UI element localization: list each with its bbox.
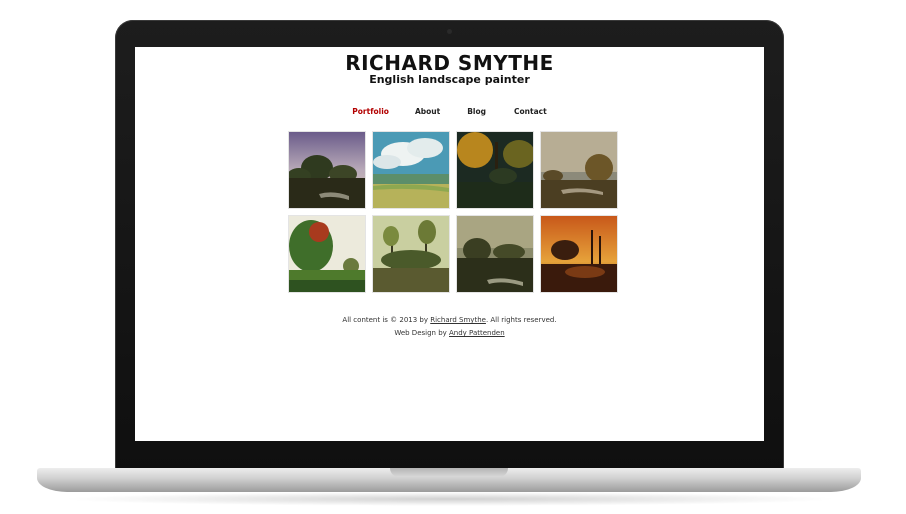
landscape-painting-thumbnail — [457, 132, 533, 208]
nav-item-contact[interactable]: Contact — [514, 107, 547, 116]
main-nav: Portfolio About Blog Contact — [135, 107, 764, 116]
nav-item-portfolio[interactable]: Portfolio — [352, 107, 389, 116]
painting-thumbnail[interactable] — [288, 215, 366, 293]
site-footer: All content is © 2013 by Richard Smythe.… — [135, 314, 764, 340]
laptop-opening-notch — [390, 468, 508, 477]
painting-thumbnail[interactable] — [372, 131, 450, 209]
landscape-painting-thumbnail — [289, 132, 365, 208]
painting-thumbnail[interactable] — [288, 131, 366, 209]
painting-thumbnail[interactable] — [540, 215, 618, 293]
landscape-painting-thumbnail — [373, 132, 449, 208]
laptop-base — [37, 468, 861, 492]
landscape-painting-thumbnail — [457, 216, 533, 292]
browser-viewport: RICHARD SMYTHE English landscape painter… — [135, 47, 764, 441]
painting-thumbnail[interactable] — [456, 131, 534, 209]
nav-item-blog[interactable]: Blog — [467, 107, 486, 116]
copyright-line: All content is © 2013 by Richard Smythe.… — [135, 314, 764, 327]
painting-thumbnail[interactable] — [456, 215, 534, 293]
landscape-painting-thumbnail — [373, 216, 449, 292]
painting-thumbnail[interactable] — [372, 215, 450, 293]
portfolio-gallery — [288, 131, 618, 293]
webcam-icon — [447, 29, 452, 34]
site-subtitle: English landscape painter — [369, 73, 530, 86]
laptop-shadow — [60, 492, 840, 506]
painting-thumbnail[interactable] — [540, 131, 618, 209]
copyright-suffix: . All rights reserved. — [485, 316, 557, 324]
designer-line: Web Design by Andy Pattenden — [135, 327, 764, 340]
landscape-painting-thumbnail — [289, 216, 365, 292]
copyright-prefix: All content is © 2013 by — [342, 316, 431, 324]
artist-link[interactable]: Richard Smythe — [430, 316, 486, 324]
landscape-painting-thumbnail — [541, 216, 617, 292]
designer-link[interactable]: Andy Pattenden — [449, 329, 505, 337]
landscape-painting-thumbnail — [541, 132, 617, 208]
nav-item-about[interactable]: About — [415, 107, 440, 116]
site-title: RICHARD SMYTHE — [345, 51, 554, 75]
design-prefix: Web Design by — [394, 329, 450, 337]
